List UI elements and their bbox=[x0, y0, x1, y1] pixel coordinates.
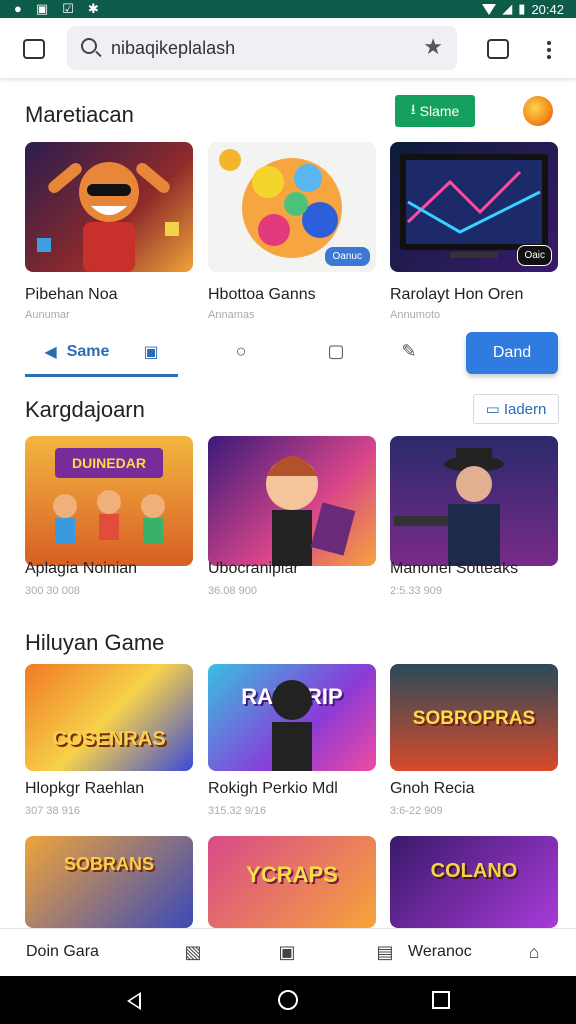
tools-icon[interactable]: ✎ bbox=[398, 340, 420, 362]
nav-bookmark-icon[interactable]: ▧ bbox=[182, 941, 204, 963]
card-badge: Oanuc bbox=[324, 247, 370, 266]
game-logo-text: COSENRAS bbox=[52, 728, 166, 750]
avatar[interactable] bbox=[523, 96, 553, 126]
game-logo-text: COLANO bbox=[430, 860, 518, 882]
card-title[interactable]: Pibehan Noa bbox=[25, 286, 118, 304]
game-card-image[interactable]: Oanuc bbox=[208, 142, 376, 272]
nav-home-icon[interactable]: ⌂ bbox=[523, 941, 545, 963]
card-subtitle: Annumoto bbox=[390, 309, 441, 321]
game-card-image[interactable] bbox=[208, 436, 376, 566]
card-subtitle: 36.08 900 bbox=[208, 585, 257, 597]
gamepad-icon[interactable]: ▢ bbox=[325, 340, 347, 362]
section-link-button[interactable]: ▭ Iadern bbox=[473, 394, 559, 424]
game-card-image[interactable]: SOBROPRAS bbox=[390, 664, 558, 771]
chat-icon[interactable]: ○ bbox=[230, 340, 252, 362]
message-icon: ☑ bbox=[62, 1, 74, 16]
card-subtitle: 2:5.33 909 bbox=[390, 585, 442, 597]
card-subtitle: 3:6-22 909 bbox=[390, 805, 443, 817]
game-card-image[interactable]: DUINEDAR bbox=[25, 436, 193, 566]
bookmark-star-icon[interactable]: ★ bbox=[423, 34, 443, 60]
game-card-image[interactable]: COSENRAS bbox=[25, 664, 193, 771]
notification-icon: ▣ bbox=[35, 1, 49, 16]
section-title: Kargdajoarn bbox=[25, 397, 145, 422]
game-card-image[interactable]: Oaic bbox=[390, 142, 558, 272]
search-bar[interactable]: nibaqikeplalash ★ bbox=[67, 26, 457, 70]
section-title: Maretiacan bbox=[25, 102, 134, 127]
signal-icon: ◢ bbox=[502, 1, 513, 16]
battery-icon: ▮ bbox=[518, 1, 526, 16]
character-illustration bbox=[37, 162, 179, 272]
section-action-button[interactable]: ⭳ Slame bbox=[395, 95, 475, 127]
top-bar: nibaqikeplalash ★ bbox=[0, 18, 576, 78]
status-time: 20:42 bbox=[531, 1, 564, 17]
card-title[interactable]: Gnoh Recia bbox=[390, 780, 475, 798]
home-icon[interactable] bbox=[278, 990, 298, 1010]
card-subtitle: 300 30 008 bbox=[25, 585, 81, 597]
game-card-image[interactable]: RANORIP bbox=[208, 664, 376, 771]
card-badge: Oaic bbox=[517, 245, 552, 266]
card-title[interactable]: Rarolayt Hon Oren bbox=[390, 286, 523, 304]
hero-illustration bbox=[266, 456, 356, 566]
bottom-nav: Doin Gara ▧ ▣ ▤ Weranoc ⌂ bbox=[0, 928, 576, 977]
masked-hero-illustration bbox=[272, 680, 312, 771]
search-input[interactable]: nibaqikeplalash bbox=[111, 38, 235, 59]
nav-calendar-icon[interactable]: ▤ bbox=[374, 941, 396, 963]
more-options-icon[interactable] bbox=[547, 41, 551, 62]
screen-icon: ▭ bbox=[485, 401, 500, 418]
card-title[interactable]: Aplagia Noinian bbox=[25, 560, 137, 578]
game-card-image[interactable]: YCRAPS bbox=[208, 836, 376, 928]
section-title: Hiluyan Game bbox=[25, 630, 165, 655]
download-icon: ⭳ bbox=[410, 101, 416, 117]
game-logo-text: SOBRANS bbox=[63, 854, 154, 874]
card-title[interactable]: Rokigh Perkio Mdl bbox=[208, 780, 338, 798]
nav-bag-icon[interactable]: ▣ bbox=[276, 941, 298, 963]
back-icon[interactable] bbox=[127, 992, 141, 1010]
tab-switcher-icon[interactable] bbox=[23, 39, 45, 59]
store-icon: ▣ bbox=[143, 344, 159, 361]
card-title[interactable]: Hlopkgr Raehlan bbox=[25, 780, 144, 798]
settings-small-icon: ✱ bbox=[87, 1, 99, 16]
card-subtitle: Annamas bbox=[208, 309, 255, 321]
wifi-icon bbox=[482, 3, 497, 15]
system-nav-bar bbox=[0, 976, 576, 1024]
agent-illustration bbox=[394, 448, 504, 566]
card-title[interactable]: Manonel Sotteaks bbox=[390, 560, 518, 578]
location-icon: ● bbox=[14, 1, 22, 16]
status-bar: ● ▣ ☑ ✱ ◢ ▮ 20:42 bbox=[0, 0, 576, 18]
game-card-image[interactable] bbox=[390, 436, 558, 566]
card-subtitle: Aunumar bbox=[25, 309, 70, 321]
card-subtitle: 315.32 9/16 bbox=[208, 805, 267, 817]
primary-button[interactable]: Dand bbox=[466, 332, 558, 374]
tab-same[interactable]: ◀ Same ▣ bbox=[25, 330, 178, 377]
nav-right-label[interactable]: Weranoc bbox=[408, 943, 472, 961]
kids-illustration bbox=[53, 490, 165, 544]
game-card-image[interactable] bbox=[25, 142, 193, 272]
search-icon bbox=[81, 38, 97, 54]
card-title[interactable]: Hbottoa Ganns bbox=[208, 286, 316, 304]
megaphone-icon: ◀ bbox=[44, 344, 57, 361]
nav-home-label[interactable]: Doin Gara bbox=[26, 943, 99, 961]
tabs-count-icon[interactable] bbox=[487, 39, 509, 59]
game-logo-text: YCRAPS bbox=[246, 862, 338, 887]
game-card-image[interactable]: COLANO bbox=[390, 836, 558, 928]
recents-icon[interactable] bbox=[432, 991, 450, 1009]
card-subtitle: 307 38 916 bbox=[25, 805, 81, 817]
game-card-image[interactable]: SOBRANS bbox=[25, 836, 193, 928]
game-logo-text: SOBROPRAS bbox=[412, 708, 536, 729]
card-title[interactable]: Ubocraniplar bbox=[208, 560, 299, 578]
